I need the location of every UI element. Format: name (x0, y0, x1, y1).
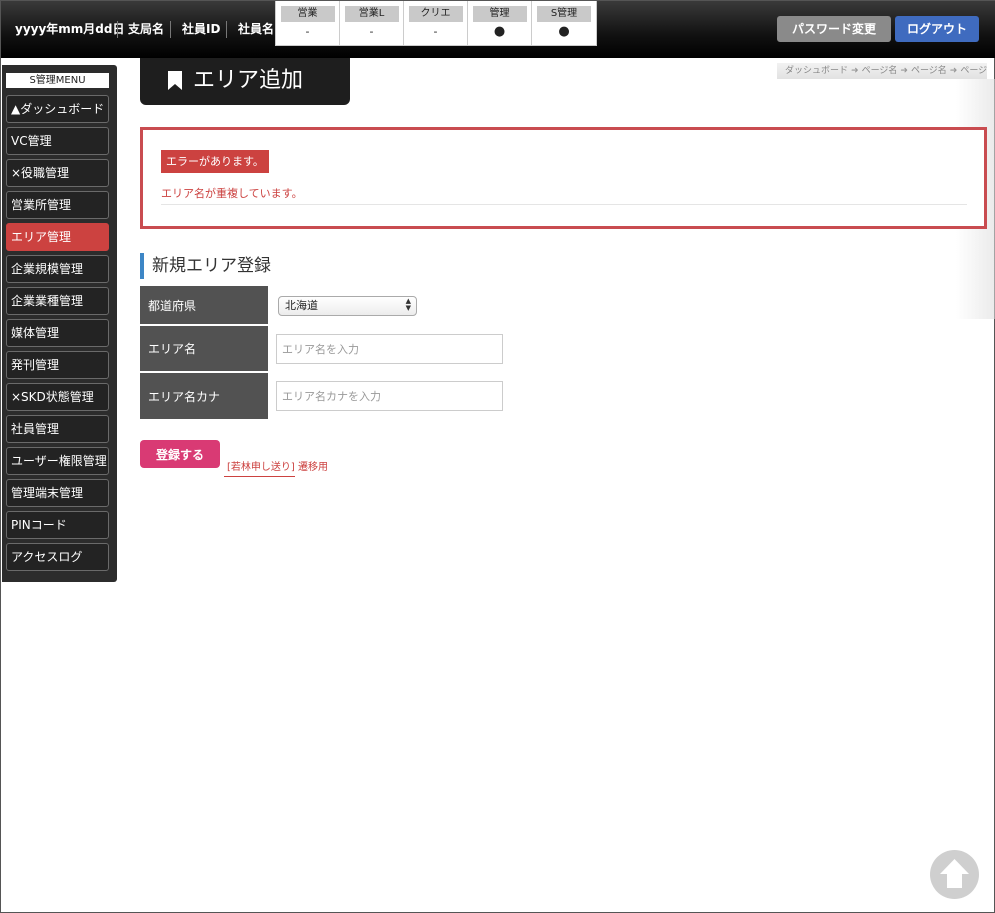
area-kana-label: エリア名カナ (140, 373, 268, 419)
role-admin: 管理 ● (468, 1, 532, 45)
role-value: - (433, 25, 438, 38)
sidebar-item-publication[interactable]: 発刊管理 (6, 351, 109, 379)
employee-name: 社員名 (238, 22, 275, 36)
role-value: - (369, 25, 374, 38)
branch-name: 支局名 (128, 22, 165, 36)
arrow-right-icon: ➜ (851, 66, 859, 76)
header-divider (117, 21, 118, 38)
sidebar-item-vc[interactable]: VC管理 (6, 127, 109, 155)
divider (161, 204, 967, 205)
breadcrumb: ダッシュボード➜ページ名➜ページ名➜ページ名 (777, 63, 987, 79)
top-header: yyyy年mm月dd日 支局名 社員ID 社員名 営業 - 営業L - クリエ … (1, 1, 995, 58)
breadcrumb-item[interactable]: ページ名 (862, 66, 898, 76)
select-arrows-icon: ▲ ▼ (405, 297, 411, 312)
transit-link-bracket: [若林申し送り] (224, 462, 295, 477)
sidebar-item-skd-status[interactable]: ×SKD状態管理 (6, 383, 109, 411)
arrow-right-icon: ➜ (900, 66, 908, 76)
sidebar-menu: S管理MENU ▲ダッシュボード VC管理 ×役職管理 営業所管理 エリア管理 … (2, 65, 117, 582)
area-kana-input[interactable] (276, 381, 503, 411)
error-message: エリア名が重複しています。 (161, 187, 303, 200)
bookmark-icon (168, 71, 182, 90)
breadcrumb-item: ページ名 (960, 66, 987, 76)
role-status-panel: 営業 - 営業L - クリエ - 管理 ● S管理 ● (275, 1, 597, 46)
section-title: 新規エリア登録 (140, 253, 271, 279)
prefecture-selected-value: 北海道 (285, 299, 318, 312)
role-value: ● (558, 24, 570, 39)
form-row-prefecture: 都道府県 北海道 ▲ ▼ (140, 286, 540, 324)
role-value: - (305, 25, 310, 38)
role-value: ● (493, 24, 506, 39)
scroll-top-button[interactable] (930, 850, 979, 899)
role-creative: クリエ - (404, 1, 468, 45)
page-title-tab: エリア追加 (140, 58, 350, 105)
sidebar-item-areas[interactable]: エリア管理 (6, 223, 109, 251)
form-row-area-name: エリア名 (140, 326, 540, 371)
header-divider (170, 21, 171, 38)
role-label: 管理 (472, 6, 527, 22)
sidebar-item-user-permissions[interactable]: ユーザー権限管理 (6, 447, 109, 475)
logout-button[interactable]: ログアウト (895, 16, 979, 42)
area-name-label: エリア名 (140, 326, 268, 371)
menu-title: S管理MENU (6, 73, 109, 88)
area-name-input[interactable] (276, 334, 503, 364)
sidebar-item-media[interactable]: 媒体管理 (6, 319, 109, 347)
sidebar-item-employees[interactable]: 社員管理 (6, 415, 109, 443)
register-button[interactable]: 登録する (140, 440, 220, 468)
role-sales-leader: 営業L - (340, 1, 404, 45)
role-label: 営業L (344, 6, 399, 22)
header-divider (226, 21, 227, 38)
breadcrumb-item[interactable]: ダッシュボード (785, 66, 848, 76)
change-password-button[interactable]: パスワード変更 (777, 16, 891, 42)
form-row-area-kana: エリア名カナ (140, 373, 540, 419)
breadcrumb-item[interactable]: ページ名 (911, 66, 947, 76)
role-label: クリエ (408, 6, 463, 22)
sidebar-item-access-log[interactable]: アクセスログ (6, 543, 109, 571)
sidebar-item-company-industry[interactable]: 企業業種管理 (6, 287, 109, 315)
transit-link-text: 遷移用 (298, 462, 328, 473)
arrow-up-icon (940, 859, 969, 888)
prefecture-label: 都道府県 (140, 286, 268, 324)
role-super-admin: S管理 ● (532, 1, 596, 45)
sidebar-item-dashboard[interactable]: ▲ダッシュボード (6, 95, 109, 123)
error-panel: エラーがあります。 エリア名が重複しています。 (140, 127, 987, 229)
sidebar-item-offices[interactable]: 営業所管理 (6, 191, 109, 219)
page-title: エリア追加 (193, 68, 304, 93)
prefecture-select[interactable]: 北海道 ▲ ▼ (278, 296, 417, 316)
arrow-right-icon: ➜ (949, 66, 958, 76)
error-badge: エラーがあります。 (161, 150, 269, 173)
transit-link[interactable]: [若林申し送り] 遷移用 (224, 458, 328, 477)
sidebar-item-company-size[interactable]: 企業規模管理 (6, 255, 109, 283)
current-date: yyyy年mm月dd日 (15, 22, 125, 36)
employee-id: 社員ID (182, 22, 221, 36)
role-sales: 営業 - (276, 1, 340, 45)
sidebar-item-terminals[interactable]: 管理端末管理 (6, 479, 109, 507)
role-label: 営業 (280, 6, 335, 22)
sidebar-item-pin-code[interactable]: PINコード (6, 511, 109, 539)
sidebar-item-positions[interactable]: ×役職管理 (6, 159, 109, 187)
role-label: S管理 (537, 6, 591, 22)
